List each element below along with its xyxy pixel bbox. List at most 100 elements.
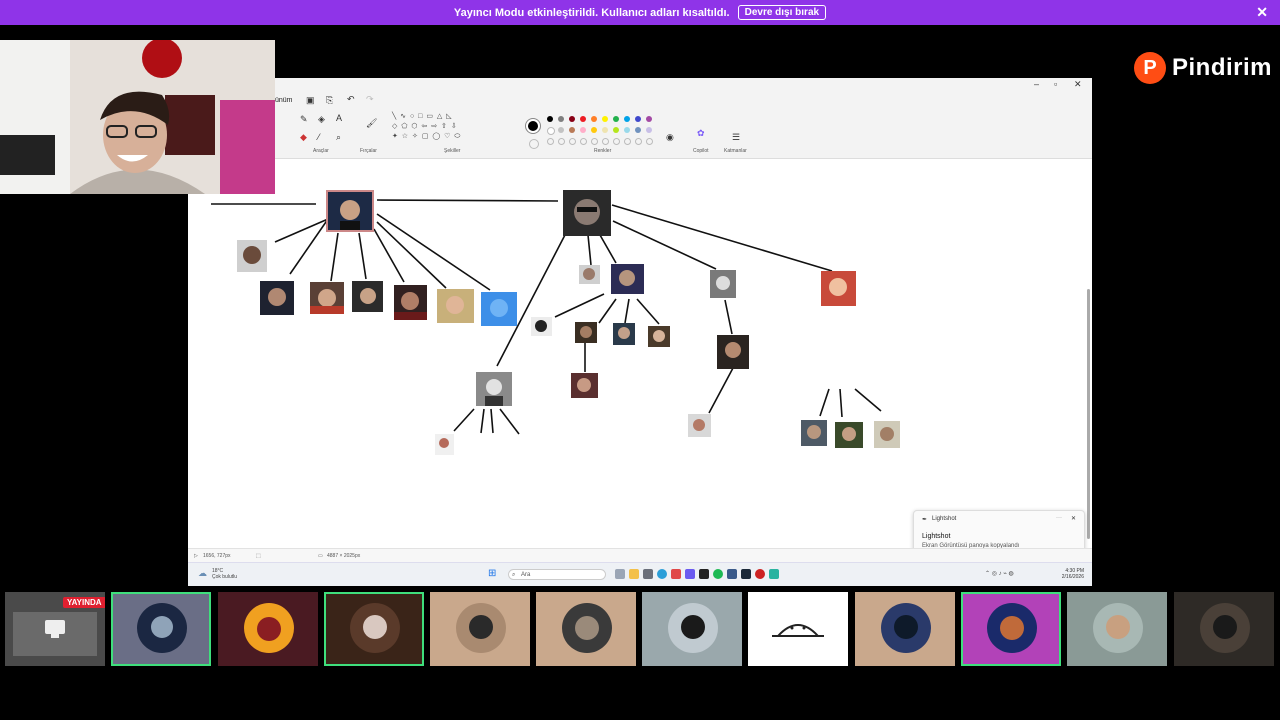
pencil-icon[interactable]: ✎ <box>300 114 308 125</box>
close-icon[interactable]: ✕ <box>1256 4 1268 21</box>
color-swatch[interactable] <box>602 116 608 122</box>
app-icon[interactable] <box>643 569 653 579</box>
cursor-position: 1656, 727px <box>203 553 231 559</box>
magnifier-icon[interactable]: ⌕ <box>336 132 341 143</box>
color-swatch[interactable] <box>602 127 608 133</box>
participant-tile[interactable] <box>1174 592 1274 666</box>
participant-tile[interactable] <box>748 592 848 666</box>
weather-widget[interactable]: 18°C Çok bulutlu <box>212 568 237 580</box>
participant-tile[interactable] <box>642 592 742 666</box>
color-swatch[interactable] <box>569 116 575 122</box>
terminal-icon[interactable] <box>699 569 709 579</box>
tools-label: Araçlar <box>313 148 329 154</box>
streamer-mode-banner: Yayıncı Modu etkinleştirildi. Kullanıcı … <box>0 0 1280 25</box>
color-swatch[interactable] <box>646 127 652 133</box>
app-icon[interactable] <box>755 569 765 579</box>
brand-watermark: P Pindirim <box>1134 52 1272 84</box>
custom-color-slot[interactable] <box>613 138 620 145</box>
secondary-color[interactable] <box>529 139 539 149</box>
fill-icon[interactable]: ◈ <box>318 114 325 125</box>
color-swatch[interactable] <box>547 127 555 135</box>
participant-tile[interactable] <box>855 592 955 666</box>
custom-color-slot[interactable] <box>646 138 653 145</box>
shapes-label: Şekiller <box>444 148 461 154</box>
text-icon[interactable]: A <box>336 113 342 123</box>
avatar <box>668 603 718 653</box>
undo-icon[interactable]: ↶ <box>347 94 355 105</box>
color-swatch[interactable] <box>635 127 641 133</box>
avatar <box>772 624 824 637</box>
avatar <box>456 603 506 653</box>
taskbar-clock[interactable]: 4:30 PM 2/16/2026 <box>1062 568 1084 580</box>
paint-icon[interactable] <box>769 569 779 579</box>
edge-icon[interactable] <box>657 569 667 579</box>
color-swatch[interactable] <box>591 127 597 133</box>
tree-node-photo <box>575 322 597 343</box>
shapes-gallery[interactable]: ╲ ∿ ○ □ ▭ △ ◺ ◇ ⬠ ⬡ ⇦ ⇨ ⇧ ⇩ ✦ ☆ ✧ ▢ ◯ ♡ ⬭ <box>392 112 462 142</box>
start-icon[interactable]: ⊞ <box>488 568 496 579</box>
participant-tile-screen[interactable]: YAYINDA <box>5 592 105 666</box>
custom-color-slot[interactable] <box>591 138 598 145</box>
color-swatch[interactable] <box>613 116 619 122</box>
save-icon[interactable]: ▣ <box>306 95 315 106</box>
participant-tile[interactable] <box>111 592 211 666</box>
participant-tile[interactable] <box>430 592 530 666</box>
app-icon[interactable] <box>671 569 681 579</box>
color-swatch[interactable] <box>591 116 597 122</box>
weather-icon[interactable]: ☁ <box>198 568 207 579</box>
color-wheel-icon[interactable]: ◉ <box>666 132 674 143</box>
search-icon: ⌕ <box>512 572 516 578</box>
steam-icon[interactable] <box>741 569 751 579</box>
eraser-icon[interactable]: ◆ <box>300 132 307 143</box>
custom-color-slot[interactable] <box>580 138 587 145</box>
custom-color-slot[interactable] <box>624 138 631 145</box>
color-swatch[interactable] <box>558 116 564 122</box>
color-picker-icon[interactable]: ⁄ <box>318 132 320 142</box>
layers-icon[interactable]: ☰ <box>732 132 740 143</box>
toast-close-icon[interactable]: ✕ <box>1071 515 1076 522</box>
tree-lines <box>211 199 882 435</box>
disable-streamer-mode-button[interactable]: Devre dışı bırak <box>737 5 827 20</box>
tray-icons[interactable]: ⌃ ◎ ♪ ⌁ ◍ <box>985 570 1014 577</box>
color-swatch[interactable] <box>624 127 630 133</box>
color-swatch[interactable] <box>635 116 641 122</box>
color-swatch[interactable] <box>580 116 586 122</box>
color-swatch[interactable] <box>613 127 619 133</box>
custom-color-slot[interactable] <box>569 138 576 145</box>
participant-tile[interactable] <box>536 592 636 666</box>
color-swatch[interactable] <box>547 116 553 122</box>
menu-view[interactable]: ünüm <box>275 97 293 104</box>
participant-tile[interactable] <box>961 592 1061 666</box>
app-icon[interactable] <box>727 569 737 579</box>
share-icon[interactable]: ⎘ <box>326 95 333 106</box>
custom-color-slot[interactable] <box>547 138 554 145</box>
custom-color-slot[interactable] <box>558 138 565 145</box>
file-explorer-icon[interactable] <box>629 569 639 579</box>
color-swatch[interactable] <box>569 127 575 133</box>
copilot-icon[interactable]: ✿ <box>697 128 705 139</box>
primary-color[interactable] <box>528 121 538 131</box>
banner-message: Yayıncı Modu etkinleştirildi. Kullanıcı … <box>453 6 730 19</box>
task-view-icon[interactable] <box>615 569 625 579</box>
tree-node-photo <box>481 292 517 326</box>
brush-icon[interactable]: 🖌 <box>366 118 377 129</box>
avatar <box>881 603 931 653</box>
color-swatch[interactable] <box>580 127 586 133</box>
vertical-scrollbar[interactable] <box>1087 289 1090 539</box>
tree-node-photo <box>835 422 863 448</box>
spotify-icon[interactable] <box>713 569 723 579</box>
custom-color-slot[interactable] <box>635 138 642 145</box>
color-swatch[interactable] <box>646 116 652 122</box>
participant-tile[interactable] <box>1067 592 1167 666</box>
color-swatch[interactable] <box>624 116 630 122</box>
participant-tile[interactable] <box>324 592 424 666</box>
search-box[interactable]: ⌕ Ara <box>508 569 606 580</box>
paint-canvas[interactable] <box>188 159 1092 546</box>
discord-icon[interactable] <box>685 569 695 579</box>
tree-node-photo <box>310 282 344 314</box>
custom-color-slot[interactable] <box>602 138 609 145</box>
participant-tile[interactable] <box>218 592 318 666</box>
color-swatch[interactable] <box>558 127 564 133</box>
redo-icon[interactable]: ↷ <box>366 94 374 105</box>
more-options-icon[interactable]: ··· <box>1056 515 1062 521</box>
